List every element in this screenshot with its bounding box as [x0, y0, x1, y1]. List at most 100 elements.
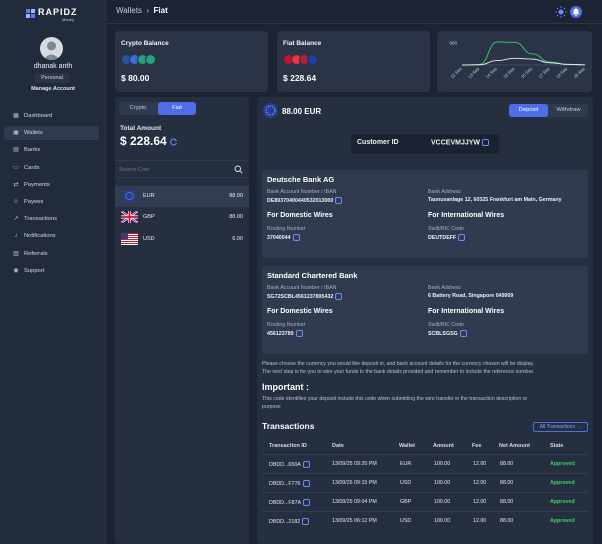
tx-amount: 100.00: [434, 518, 451, 524]
coin-name: EUR: [143, 193, 155, 199]
sidebar-item-label: Wallets: [24, 130, 43, 136]
column-header: Net Amount: [499, 443, 530, 449]
routing-label: Routing Number: [267, 226, 306, 232]
copy-icon[interactable]: [335, 197, 343, 204]
tx-net: 88.00: [500, 461, 514, 467]
crypto-balance-card[interactable]: Crypto Balance $ 80.00: [115, 31, 268, 92]
tx-date: 13/09/25 09:20 PM: [332, 461, 377, 467]
copy-icon[interactable]: [302, 461, 310, 468]
sidebar-item-label: Transactions: [24, 216, 57, 222]
copy-icon[interactable]: [302, 480, 310, 487]
sidebar-item-label: Payments: [24, 182, 50, 188]
crypto-balance-value: $ 80.00: [121, 73, 150, 83]
tx-fee: 12.00: [473, 518, 487, 524]
all-transactions-button[interactable]: All Transactions →: [533, 422, 588, 432]
support-icon: ◉: [13, 268, 19, 274]
tab-withdraw[interactable]: Withdraw: [549, 104, 588, 117]
x-tick-label: 17 Sep: [537, 66, 551, 80]
sidebar-item-referrals[interactable]: ▥ Referrals: [4, 247, 99, 261]
copy-icon[interactable]: [303, 499, 311, 506]
manage-account-link[interactable]: Manage Account: [0, 86, 106, 92]
eu-flag-icon: [123, 190, 136, 202]
tether-icon: [145, 54, 156, 65]
iban-label: Bank Account Number / IBAN: [267, 189, 337, 195]
payees-icon: ☺: [12, 199, 20, 205]
sidebar-item-payees[interactable]: ☺ Payees: [4, 195, 99, 209]
copy-icon[interactable]: [458, 234, 466, 241]
routing-value: 456123789: [267, 330, 303, 337]
sidebar-item-support[interactable]: ◉ Support: [4, 264, 99, 278]
sidebar-item-transactions[interactable]: ↗ Transactions: [4, 212, 99, 226]
tab-deposit[interactable]: Deposit: [509, 104, 548, 117]
copy-icon[interactable]: [482, 139, 490, 146]
series-line-0: [461, 41, 586, 66]
sidebar-item-payments[interactable]: ⇄ Payments: [4, 178, 99, 192]
table-row[interactable]: DBDD...2182 13/09/25 06:12 PM USD 100.00…: [262, 511, 588, 530]
coin-row-usd[interactable]: USD 6.00: [115, 229, 249, 250]
breadcrumb-parent[interactable]: Wallets: [116, 6, 142, 15]
sidebar-item-wallets[interactable]: ▣ Wallets: [4, 126, 99, 140]
tx-id: DBDD...2182: [269, 518, 310, 525]
tx-id-text: DBDD...F776: [269, 480, 301, 487]
coin-search-input[interactable]: [119, 164, 219, 176]
notifications-button[interactable]: [570, 6, 582, 18]
coin-search-bar: [115, 160, 249, 178]
tx-amount: 100.00: [434, 480, 451, 486]
copy-icon[interactable]: [302, 518, 310, 525]
swift-label: Swift/BIC Code: [428, 226, 464, 232]
tx-id: DBDD...F87A: [269, 499, 311, 506]
fiat-balance-title: Fiat Balance: [283, 40, 322, 47]
bank-icon: ▤: [13, 147, 19, 153]
tab-fiat[interactable]: Fiat: [158, 102, 196, 115]
refresh-icon[interactable]: [170, 138, 178, 146]
copy-icon[interactable]: [335, 293, 343, 300]
swift-label: Swift/BIC Code: [428, 322, 464, 328]
balance-line-chart: 600 12 Sep 13 Sep 14 Sep 15 Sep 16 Sep 17 Sep 1…: [449, 41, 586, 80]
iban-label: Bank Account Number / IBAN: [267, 285, 337, 291]
sidebar-item-label: Support: [24, 268, 45, 274]
bank-card-deutsche: Deutsche Bank AG Bank Account Number / I…: [262, 170, 588, 258]
copy-icon[interactable]: [295, 330, 303, 337]
x-tick-label: 15 Sep: [502, 66, 516, 80]
iban-text: DE89370400440532013000: [267, 197, 334, 204]
iban-value: DE89370400440532013000: [267, 197, 343, 204]
bell-icon: ♪: [14, 233, 18, 239]
bank-card-standard-chartered: Standard Chartered Bank Bank Account Num…: [262, 266, 588, 354]
copy-icon[interactable]: [459, 330, 467, 337]
tab-crypto[interactable]: Crypto: [119, 102, 157, 115]
coin-row-eur[interactable]: EUR 88.00: [115, 186, 249, 207]
coin-row-gbp[interactable]: GBP 88.00: [115, 207, 249, 228]
tx-wallet: EUR: [400, 461, 412, 467]
customer-id-text: VCCEVMJJYW: [431, 139, 481, 147]
customer-id-box: Customer ID VCCEVMJJYW: [351, 134, 499, 154]
international-wires-heading: For International Wires: [428, 212, 505, 219]
brand-logo[interactable]: RAPIDZ Money: [26, 7, 82, 23]
table-row[interactable]: DBDD...650A 13/09/25 09:20 PM EUR 100.00…: [262, 454, 588, 473]
table-row[interactable]: DBDD...F87A 13/09/25 09:04 PM GBP 100.00…: [262, 492, 588, 511]
search-icon[interactable]: [234, 165, 243, 174]
sidebar-item-label: Cards: [24, 165, 40, 171]
coin-value: 88.00: [229, 193, 243, 199]
bank-address-value: 6 Battery Road, Singapore 049909: [428, 293, 514, 299]
important-heading: Important :: [262, 382, 309, 392]
sidebar-item-cards[interactable]: ▭ Cards: [4, 161, 99, 175]
table-row[interactable]: DBDD...F776 13/09/25 09:15 PM USD 100.00…: [262, 473, 588, 492]
coin-value: 88.00: [229, 214, 243, 220]
copy-icon[interactable]: [292, 234, 300, 241]
sidebar-item-dashboard[interactable]: ▦ Dashboard: [4, 109, 99, 123]
bank-address-label: Bank Address: [428, 189, 461, 195]
iban-value: SG72SCBL4561237895432: [267, 293, 343, 300]
sidebar-item-banks[interactable]: ▤ Banks: [4, 143, 99, 157]
domestic-wires-heading: For Domestic Wires: [267, 212, 333, 219]
sidebar-item-notifications[interactable]: ♪ Notifications: [4, 229, 99, 243]
column-header: Wallet: [399, 443, 415, 449]
tx-net: 88.00: [500, 480, 514, 486]
us-flag-icon: [121, 233, 138, 245]
sidebar: RAPIDZ Money dhanak anth Personal Manage…: [0, 0, 106, 544]
user-role-badge: Personal: [35, 73, 69, 83]
fiat-balance-card[interactable]: Fiat Balance $ 228.64: [277, 31, 430, 92]
theme-toggle[interactable]: [555, 6, 567, 18]
bank-name: Deutsche Bank AG: [267, 175, 335, 184]
avatar[interactable]: [40, 37, 63, 60]
tx-id: DBDD...F776: [269, 480, 310, 487]
